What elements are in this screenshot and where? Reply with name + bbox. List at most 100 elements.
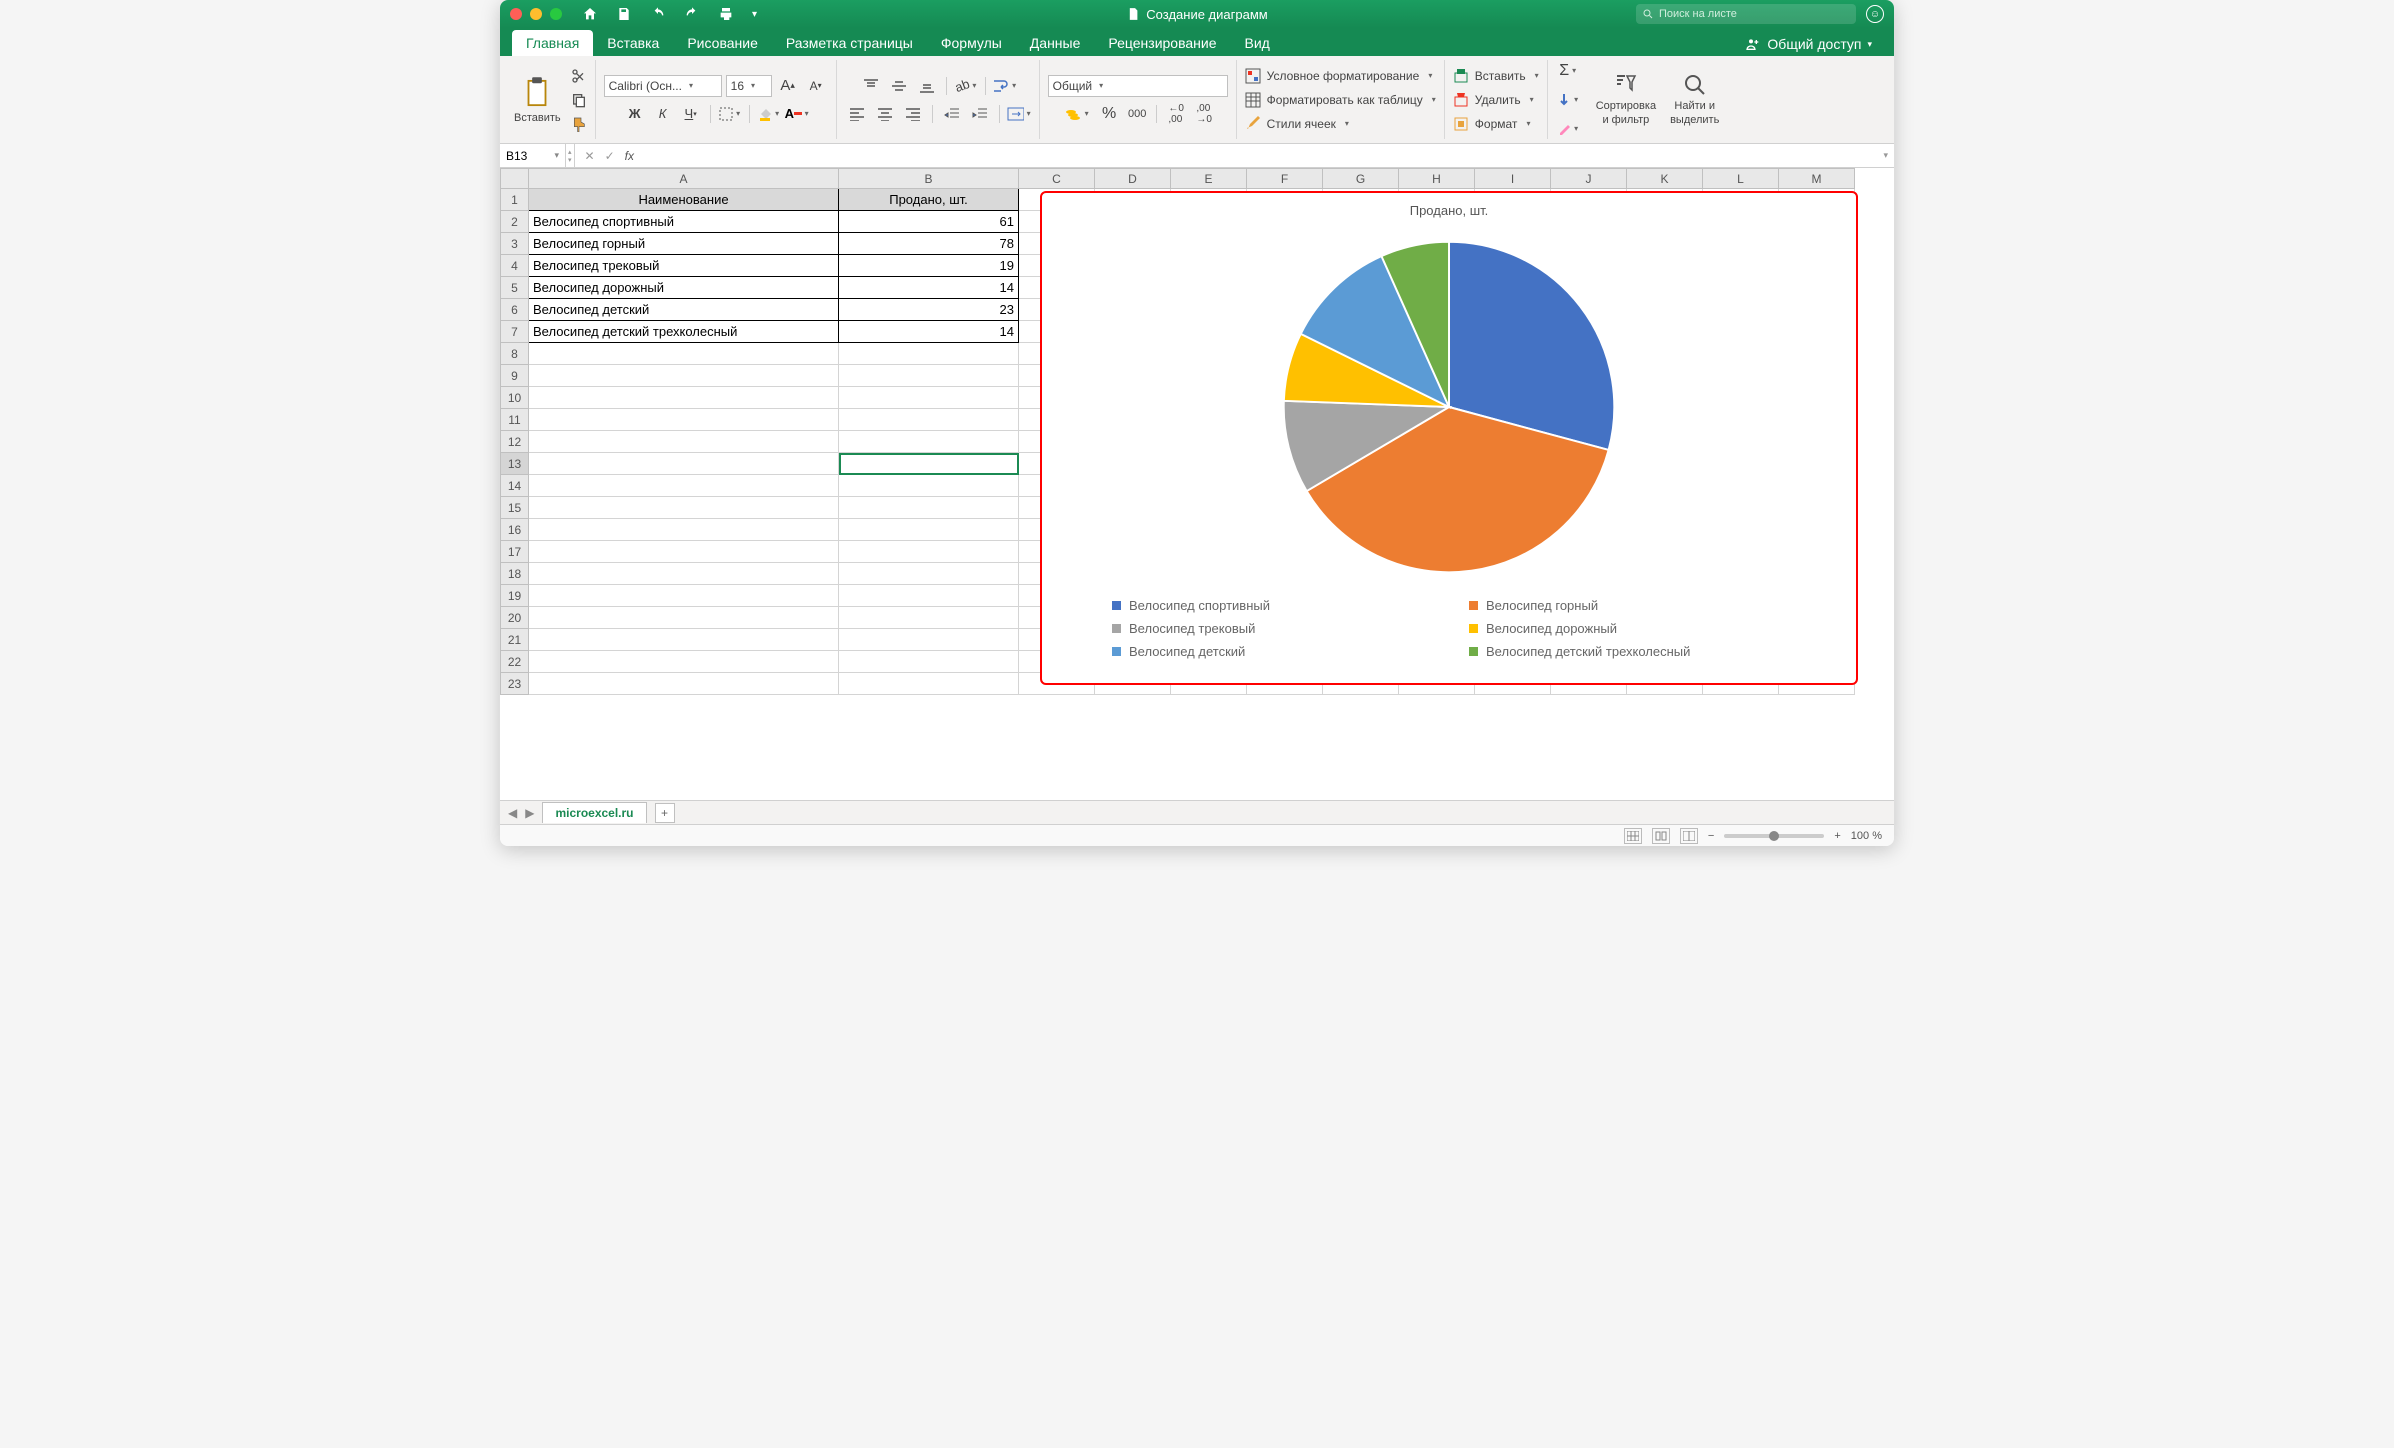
cell[interactable] xyxy=(839,365,1019,387)
borders-button[interactable] xyxy=(718,103,742,125)
undo-icon[interactable] xyxy=(650,6,666,22)
expand-formula-bar-icon[interactable]: ▾ xyxy=(1877,150,1894,161)
cell[interactable] xyxy=(839,651,1019,673)
row-header[interactable]: 1 xyxy=(501,189,529,211)
cell[interactable] xyxy=(529,343,839,365)
conditional-formatting-button[interactable]: Условное форматирование xyxy=(1245,67,1433,85)
cut-icon[interactable] xyxy=(571,68,587,84)
cell[interactable]: Велосипед спортивный xyxy=(529,211,839,233)
wrap-text-icon[interactable] xyxy=(993,75,1017,97)
row-header[interactable]: 8 xyxy=(501,343,529,365)
sort-filter-button[interactable]: Сортировка и фильтр xyxy=(1592,72,1660,126)
column-header[interactable]: E xyxy=(1171,169,1247,189)
cell[interactable]: Велосипед трековый xyxy=(529,255,839,277)
row-header[interactable]: 11 xyxy=(501,409,529,431)
save-icon[interactable] xyxy=(616,6,632,22)
currency-icon[interactable] xyxy=(1059,103,1093,125)
home-icon[interactable] xyxy=(582,6,598,22)
cancel-formula-icon[interactable]: ✕ xyxy=(585,149,595,163)
sheet-nav-prev-icon[interactable]: ◀ xyxy=(508,806,517,820)
cell[interactable]: Наименование xyxy=(529,189,839,211)
cell[interactable] xyxy=(839,387,1019,409)
cell[interactable] xyxy=(839,475,1019,497)
format-as-table-button[interactable]: Форматировать как таблицу xyxy=(1245,91,1436,109)
tab-view[interactable]: Вид xyxy=(1231,30,1284,56)
share-button[interactable]: Общий доступ ▾ xyxy=(1735,32,1882,56)
tab-review[interactable]: Рецензирование xyxy=(1094,30,1230,56)
column-header[interactable]: I xyxy=(1475,169,1551,189)
print-icon[interactable] xyxy=(718,6,734,22)
column-header[interactable]: J xyxy=(1551,169,1627,189)
cell[interactable] xyxy=(839,673,1019,695)
chart-object[interactable]: Продано, шт. Велосипед спортивныйВелосип… xyxy=(1040,191,1858,685)
cell[interactable] xyxy=(839,431,1019,453)
row-header[interactable]: 6 xyxy=(501,299,529,321)
row-header[interactable]: 18 xyxy=(501,563,529,585)
cell[interactable] xyxy=(529,431,839,453)
merge-cells-icon[interactable] xyxy=(1007,103,1031,125)
column-header[interactable]: M xyxy=(1779,169,1855,189)
cell[interactable]: 61 xyxy=(839,211,1019,233)
column-header[interactable]: F xyxy=(1247,169,1323,189)
underline-button[interactable]: Ч▾ xyxy=(679,103,703,125)
cell[interactable] xyxy=(529,673,839,695)
row-header[interactable]: 4 xyxy=(501,255,529,277)
cell[interactable] xyxy=(529,629,839,651)
row-header[interactable]: 22 xyxy=(501,651,529,673)
row-header[interactable]: 20 xyxy=(501,607,529,629)
cell[interactable] xyxy=(839,409,1019,431)
copy-icon[interactable] xyxy=(571,92,587,108)
cell[interactable]: Продано, шт. xyxy=(839,189,1019,211)
page-break-view-icon[interactable] xyxy=(1680,828,1698,844)
sheet-nav-next-icon[interactable]: ▶ xyxy=(525,806,534,820)
tab-formulas[interactable]: Формулы xyxy=(927,30,1016,56)
cell[interactable] xyxy=(529,585,839,607)
formula-input[interactable] xyxy=(644,144,1877,167)
enter-formula-icon[interactable]: ✓ xyxy=(605,149,615,163)
cell[interactable] xyxy=(839,541,1019,563)
paste-button[interactable]: Вставить xyxy=(514,76,561,124)
cell[interactable] xyxy=(529,607,839,629)
column-header[interactable]: L xyxy=(1703,169,1779,189)
column-header[interactable]: D xyxy=(1095,169,1171,189)
row-header[interactable]: 2 xyxy=(501,211,529,233)
row-header[interactable]: 16 xyxy=(501,519,529,541)
normal-view-icon[interactable] xyxy=(1624,828,1642,844)
row-header[interactable]: 12 xyxy=(501,431,529,453)
column-header[interactable]: B xyxy=(839,169,1019,189)
name-box[interactable]: B13▾ xyxy=(500,144,566,167)
user-account-icon[interactable]: ☺ xyxy=(1866,5,1884,23)
row-header[interactable]: 17 xyxy=(501,541,529,563)
decrease-font-icon[interactable]: A▾ xyxy=(804,75,828,97)
cell[interactable] xyxy=(529,497,839,519)
fill-icon[interactable] xyxy=(1556,89,1580,111)
row-header[interactable]: 21 xyxy=(501,629,529,651)
row-header[interactable]: 3 xyxy=(501,233,529,255)
row-header[interactable]: 5 xyxy=(501,277,529,299)
cell[interactable] xyxy=(529,453,839,475)
tab-data[interactable]: Данные xyxy=(1016,30,1095,56)
column-header[interactable]: A xyxy=(529,169,839,189)
cell[interactable] xyxy=(839,607,1019,629)
cell[interactable] xyxy=(839,629,1019,651)
cell[interactable] xyxy=(529,409,839,431)
cell[interactable] xyxy=(839,519,1019,541)
fill-color-button[interactable] xyxy=(757,103,781,125)
row-header[interactable]: 13 xyxy=(501,453,529,475)
row-header[interactable]: 7 xyxy=(501,321,529,343)
zoom-in-button[interactable]: + xyxy=(1834,830,1840,842)
spreadsheet-grid[interactable]: ABCDEFGHIJKLM1НаименованиеПродано, шт.2В… xyxy=(500,168,1894,800)
cell[interactable]: Велосипед горный xyxy=(529,233,839,255)
sheet-tab-active[interactable]: microexcel.ru xyxy=(542,802,646,823)
column-header[interactable]: K xyxy=(1627,169,1703,189)
number-format-select[interactable]: Общий xyxy=(1048,75,1228,97)
increase-font-icon[interactable]: A▴ xyxy=(776,75,800,97)
cell[interactable]: 14 xyxy=(839,277,1019,299)
align-top-icon[interactable] xyxy=(859,75,883,97)
cell[interactable]: 19 xyxy=(839,255,1019,277)
zoom-out-button[interactable]: − xyxy=(1708,830,1714,842)
zoom-slider[interactable] xyxy=(1724,834,1824,838)
decrease-indent-icon[interactable] xyxy=(940,103,964,125)
add-sheet-button[interactable]: + xyxy=(655,803,675,823)
align-middle-icon[interactable] xyxy=(887,75,911,97)
